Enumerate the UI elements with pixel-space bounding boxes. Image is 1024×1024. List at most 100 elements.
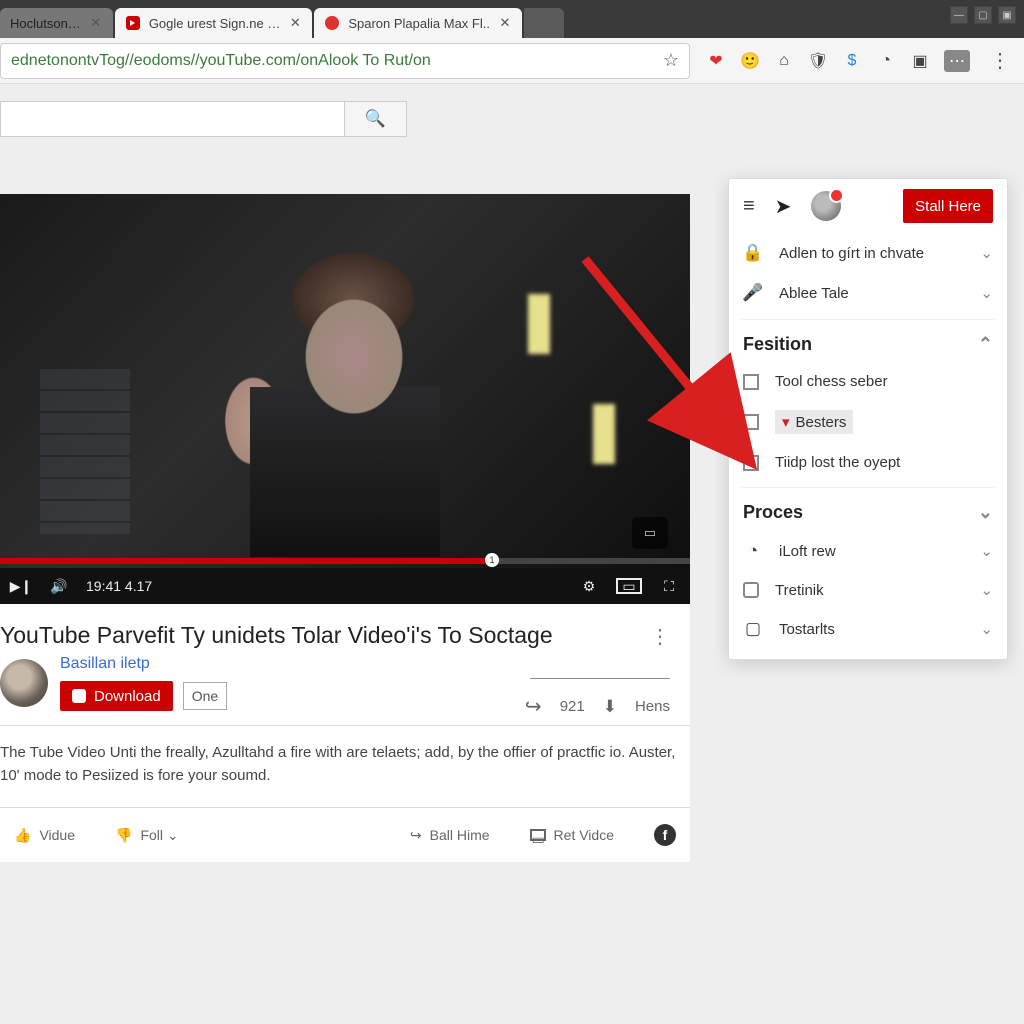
- chevron-down-icon[interactable]: ⌄: [980, 581, 993, 599]
- checkbox-icon[interactable]: [743, 374, 759, 390]
- thumbup-icon: 👍: [14, 827, 31, 844]
- browser-toolbar: ednetonontvTog//eodoms//youTube.com/onAl…: [0, 38, 1024, 84]
- search-button[interactable]: 🔍: [345, 101, 407, 137]
- settings-gear-icon[interactable]: ⚙: [578, 575, 600, 597]
- channel-name[interactable]: Basillan iletp: [60, 655, 227, 673]
- ext-heart-icon[interactable]: ❤: [706, 51, 726, 71]
- checkbox-icon[interactable]: [743, 414, 759, 430]
- checkbox-icon[interactable]: [743, 455, 759, 471]
- theater-mode-icon[interactable]: ▭: [616, 578, 642, 594]
- tab-label: Gogle urest Sign.ne …: [149, 16, 281, 31]
- new-tab-button[interactable]: [524, 8, 564, 38]
- share-count: 921: [560, 698, 585, 715]
- video-description: The Tube Video Unti the freally, Azullta…: [0, 725, 690, 808]
- stats-row: ↪ 921 ⬇ Hens: [525, 694, 670, 719]
- download-label: Download: [94, 688, 161, 705]
- browser-menu-icon[interactable]: ⋮: [986, 47, 1014, 75]
- minimize-button[interactable]: —: [950, 6, 968, 24]
- ext-circle-icon[interactable]: ◔: [876, 51, 896, 71]
- volume-icon[interactable]: 🔊: [48, 575, 70, 597]
- close-tab-icon[interactable]: ✕: [89, 16, 103, 30]
- site-favicon-icon: [324, 15, 340, 31]
- progress-fill: [0, 558, 497, 564]
- channel-avatar[interactable]: [0, 659, 48, 707]
- panel-proces-3[interactable]: ▢ Tostarlts ⌄: [729, 609, 1007, 649]
- chevron-down-icon[interactable]: ⌄: [980, 542, 993, 560]
- play-button-icon[interactable]: ▶❙: [10, 575, 32, 597]
- hens-label: Hens: [635, 698, 670, 715]
- browser-tab-active[interactable]: Sparon Plapalia Max Fl.. ✕: [314, 8, 522, 38]
- ext-face-icon[interactable]: 🙂: [740, 51, 760, 71]
- url-bar[interactable]: ednetonontvTog//eodoms//youTube.com/onAl…: [0, 43, 690, 79]
- dislike-button[interactable]: 👎Foll ⌄: [115, 827, 179, 844]
- chevron-down-icon[interactable]: ⌄: [978, 502, 993, 523]
- ext-home-icon[interactable]: ⌂: [774, 51, 794, 71]
- maximize-button[interactable]: ▢: [974, 6, 992, 24]
- browser-tab[interactable]: Hoclutson… ✕: [0, 8, 113, 38]
- panel-header: ≡ ➤ Stall Here: [729, 179, 1007, 233]
- ext-shield-icon[interactable]: 🛡: [808, 51, 828, 71]
- panel-separator: [741, 319, 995, 320]
- video-card: ▭ 1 ▶❙ 🔊 19:41 4.17 ⚙ ▭ ⛶ YouTube Parvef…: [0, 194, 690, 862]
- stall-here-button[interactable]: Stall Here: [903, 189, 993, 223]
- more-actions-icon[interactable]: ⋮: [650, 624, 670, 649]
- chevron-down-icon[interactable]: ⌄: [980, 244, 993, 262]
- player-scene-decor: [528, 294, 550, 354]
- close-window-button[interactable]: ▣: [998, 6, 1016, 24]
- video-meta: YouTube Parvefit Ty unidets Tolar Video'…: [0, 604, 690, 725]
- chevron-down-icon[interactable]: ⌄: [980, 620, 993, 638]
- video-player[interactable]: ▭ 1 ▶❙ 🔊 19:41 4.17 ⚙ ▭ ⛶: [0, 194, 690, 604]
- close-tab-icon[interactable]: ✕: [288, 16, 302, 30]
- progress-knob[interactable]: 1: [485, 553, 499, 567]
- panel-proces-2[interactable]: Tretinik ⌄: [729, 571, 1007, 609]
- hamburger-icon[interactable]: ≡: [743, 195, 755, 218]
- tab-label: Hoclutson…: [10, 16, 81, 31]
- share-icon: ↪: [410, 827, 422, 844]
- facebook-button[interactable]: f: [654, 824, 676, 846]
- time-display: 19:41 4.17: [86, 578, 152, 594]
- panel-section-fesition[interactable]: Fesition ⌃: [729, 326, 1007, 363]
- action-bar: 👍Vidue 👎Foll ⌄ ↪Ball Hime ▭Ret Vidce f: [0, 808, 690, 862]
- extension-icons: ❤ 🙂 ⌂ 🛡 $ ◔ ▣ ⋯: [700, 50, 976, 72]
- fullscreen-icon[interactable]: ⛶: [658, 575, 680, 597]
- player-scene-decor: [40, 369, 130, 534]
- chevron-up-icon[interactable]: ⌃: [978, 334, 993, 355]
- panel-opt1[interactable]: Tool chess seber: [729, 363, 1007, 400]
- player-scene-decor: [593, 404, 615, 464]
- panel-separator: [741, 487, 995, 488]
- one-chip[interactable]: One: [183, 682, 227, 710]
- download-button[interactable]: Download: [60, 681, 173, 711]
- chevron-down-icon[interactable]: ⌄: [980, 284, 993, 302]
- download-arrow-icon[interactable]: ⬇: [603, 697, 617, 717]
- like-button[interactable]: 👍Vidue: [14, 827, 75, 844]
- ext-dollar-icon[interactable]: $: [842, 51, 862, 71]
- search-input[interactable]: [0, 101, 345, 137]
- lock-icon: 🔒: [743, 243, 763, 263]
- browser-tab[interactable]: Gogle urest Sign.ne … ✕: [115, 8, 313, 38]
- ext-grey-icon[interactable]: ⋯: [944, 50, 970, 72]
- miniplayer-icon[interactable]: ▭: [632, 517, 668, 549]
- clock-icon: ◔: [743, 541, 763, 561]
- panel-opt2[interactable]: ▾ Besters: [729, 400, 1007, 444]
- red-dot-icon: ▾: [782, 413, 790, 431]
- checkbox-icon[interactable]: [743, 582, 759, 598]
- panel-opt3[interactable]: Tiidp lost the oyept: [729, 444, 1007, 481]
- ext-square-icon[interactable]: ▣: [910, 51, 930, 71]
- share-arrow-icon[interactable]: ↪: [525, 694, 542, 719]
- extension-panel: ≡ ➤ Stall Here 🔒 Adlen to gírt in chvate…: [728, 178, 1008, 660]
- panel-avatar[interactable]: [811, 191, 841, 221]
- share-button[interactable]: ↪Ball Hime: [410, 827, 490, 844]
- youtube-topbar: 🔍: [0, 84, 1024, 154]
- panel-proces-1[interactable]: ◔ iLoft rew ⌄: [729, 531, 1007, 571]
- bookmark-star-icon[interactable]: ☆: [663, 50, 679, 71]
- save-button[interactable]: ▭Ret Vidce: [530, 827, 614, 843]
- send-icon[interactable]: ➤: [775, 194, 792, 219]
- progress-bar[interactable]: [0, 558, 690, 564]
- panel-section-proces[interactable]: Proces ⌄: [729, 494, 1007, 531]
- save-icon: ▭: [530, 829, 546, 841]
- panel-row-private[interactable]: 🔒 Adlen to gírt in chvate ⌄: [729, 233, 1007, 273]
- video-title: YouTube Parvefit Ty unidets Tolar Video'…: [0, 622, 690, 649]
- channel-row: Basillan iletp Download One ↪ 921 ⬇ Hens: [0, 649, 690, 711]
- close-tab-icon[interactable]: ✕: [498, 16, 512, 30]
- panel-row-tale[interactable]: 🎤 Ablee Tale ⌄: [729, 273, 1007, 313]
